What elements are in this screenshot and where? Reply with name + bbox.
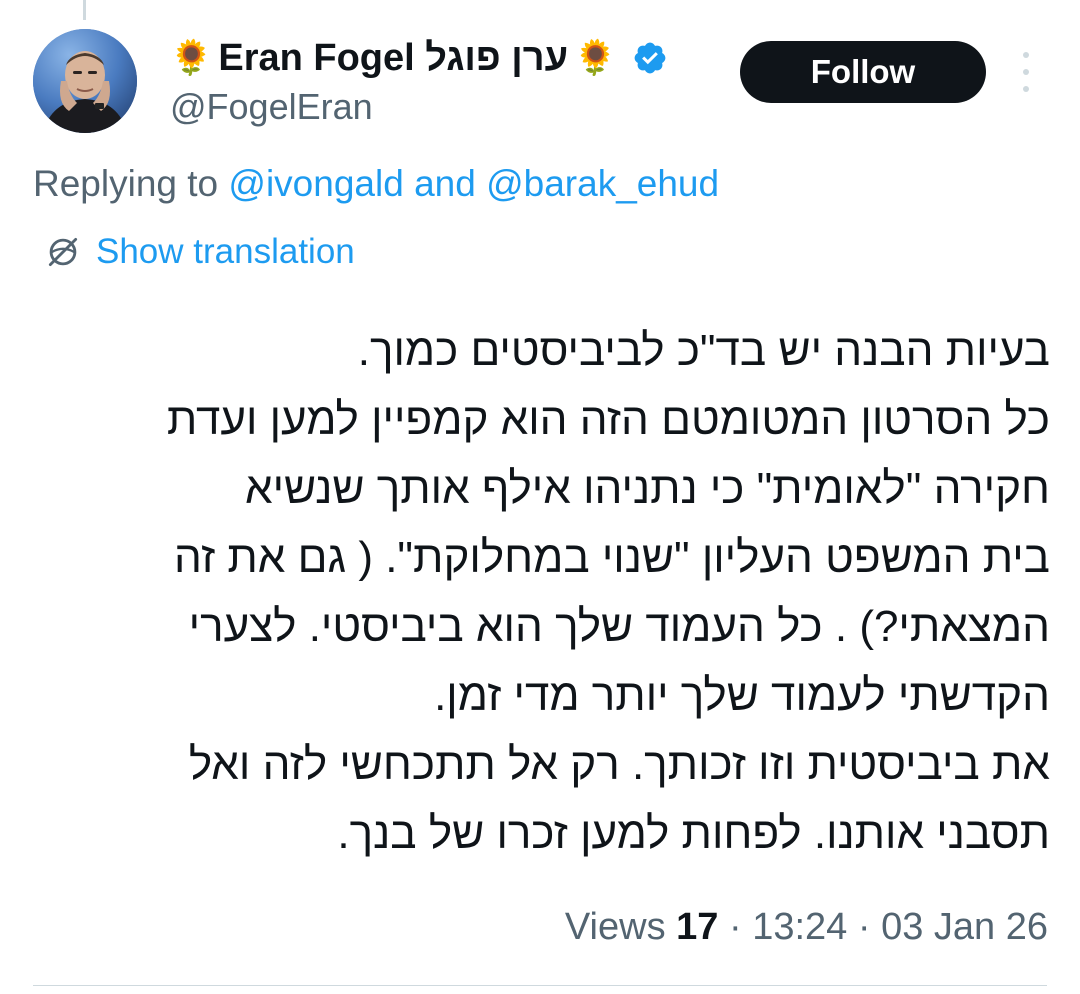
tweet-time[interactable]: 13:24	[752, 906, 847, 948]
thread-connector-line	[83, 0, 86, 20]
tweet-line: את ביביסטית וזו זכותך. רק אל תתכחשי לזה …	[188, 740, 1050, 789]
show-translation-label[interactable]: Show translation	[96, 232, 355, 272]
tweet-line: הקדשתי לעמוד שלך יותר מדי זמן.	[434, 671, 1050, 720]
tweet-line: בעיות הבנה יש בד"כ לביביסטים כמוך.	[357, 326, 1050, 375]
tweet-line: המצאתי?) . כל העמוד שלך הוא ביביסטי. לצע…	[188, 602, 1050, 651]
author-display-name[interactable]: Eran Fogel ערן פוגל	[218, 37, 568, 80]
mention-link-ivongald[interactable]: @ivongald	[228, 163, 403, 204]
author-handle[interactable]: @FogelEran	[170, 86, 373, 128]
avatar-photo	[33, 29, 137, 133]
show-translation-button[interactable]: Show translation	[44, 232, 355, 272]
author-name-row[interactable]: 🌻 Eran Fogel ערן פוגל 🌻	[170, 30, 668, 86]
meta-separator: ·	[857, 906, 871, 948]
replying-to-prefix: Replying to	[33, 163, 219, 204]
meta-separator: ·	[728, 906, 742, 948]
views-count[interactable]: 17	[676, 906, 718, 948]
more-vertical-icon[interactable]	[1012, 52, 1040, 92]
mention-link-barak-ehud[interactable]: @barak_ehud	[486, 163, 719, 204]
more-dot	[1023, 86, 1029, 92]
replying-to-line: Replying to @ivongald and @barak_ehud	[33, 163, 719, 205]
avatar[interactable]	[33, 29, 137, 133]
sunflower-emoji-left: 🌻	[170, 38, 213, 78]
sunflower-emoji-right: 🌻	[574, 38, 617, 78]
mention-joiner[interactable]: and	[414, 163, 476, 204]
tweet-line: כל הסרטון המטומטם הזה הוא קמפיין למען וע…	[166, 395, 1050, 444]
tweet-line: בית המשפט העליון "שנוי במחלוקת". ( גם את…	[173, 533, 1050, 582]
follow-button[interactable]: Follow	[740, 41, 986, 103]
views-label: Views	[564, 906, 666, 948]
more-dot	[1023, 52, 1029, 58]
tweet-line: חקירה "לאומית" כי נתניהו אילף אותך שנשיא	[245, 464, 1050, 513]
verified-badge-icon[interactable]	[632, 40, 668, 76]
tweet-line: תסבני אותנו. לפחות למען זכרו של בנך.	[337, 809, 1050, 858]
tweet-date[interactable]: 03 Jan 26	[881, 906, 1048, 948]
divider	[33, 985, 1047, 986]
more-dot	[1023, 69, 1029, 75]
tweet-meta: Views 17 · 13:24 · 03 Jan 26	[565, 906, 1048, 949]
tweet-text: בעיות הבנה יש בד"כ לביביסטים כמוך. כל הס…	[30, 316, 1050, 868]
translate-globe-icon	[48, 237, 78, 267]
